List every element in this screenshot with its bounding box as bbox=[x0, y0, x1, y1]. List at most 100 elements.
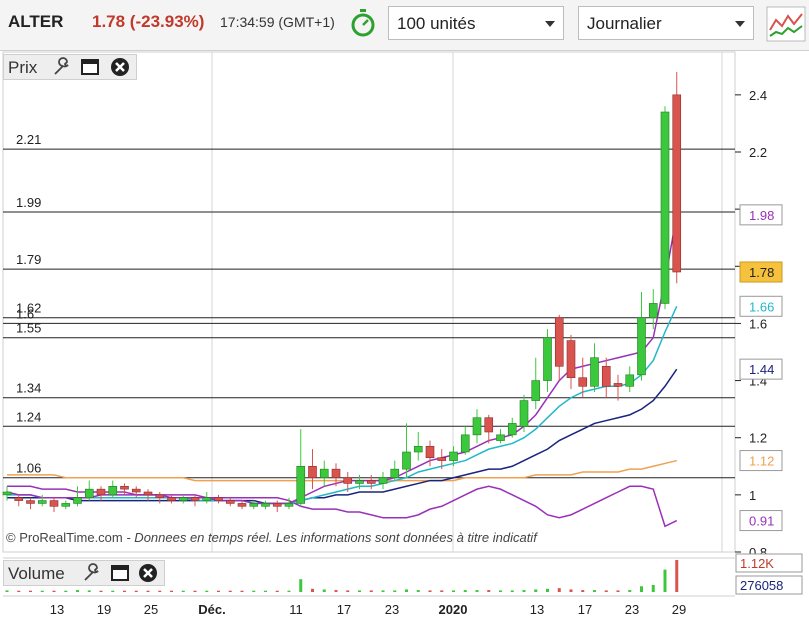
candle-body bbox=[531, 380, 541, 401]
x-tick-label: 11 bbox=[289, 602, 303, 617]
volume-bar bbox=[64, 590, 68, 592]
price-tag-label: 1.98 bbox=[749, 208, 774, 223]
x-tick-label: 29 bbox=[672, 602, 686, 617]
candle-body bbox=[26, 500, 35, 504]
candle-body bbox=[519, 400, 529, 427]
candle-body bbox=[49, 500, 59, 507]
volume-bar bbox=[510, 590, 514, 592]
level-label: 1.79 bbox=[16, 252, 41, 267]
lower-band-line bbox=[7, 485, 678, 528]
credit-site: © ProRealTime.com bbox=[6, 530, 123, 545]
volume-bar bbox=[181, 590, 185, 592]
wrench-icon[interactable] bbox=[82, 563, 102, 583]
wrench-icon[interactable] bbox=[52, 57, 72, 77]
candle-body bbox=[637, 317, 646, 376]
volume-bar bbox=[604, 590, 608, 592]
level-label: 1.99 bbox=[16, 195, 41, 210]
volume-bar bbox=[76, 590, 79, 592]
volume-bar bbox=[205, 590, 209, 592]
credit-note: - Donnees en temps réel. Les information… bbox=[126, 530, 537, 545]
candle-body bbox=[319, 468, 329, 479]
x-tick-label: 23 bbox=[625, 602, 639, 617]
candle-body bbox=[601, 365, 611, 387]
candle-body bbox=[343, 477, 353, 484]
volume-bar bbox=[240, 590, 244, 592]
volume-bar bbox=[581, 590, 585, 592]
level-label: 1.34 bbox=[16, 381, 41, 396]
volume-bar bbox=[499, 590, 502, 592]
candle-body bbox=[167, 497, 176, 501]
volume-bar bbox=[381, 590, 385, 592]
price-tag-label: 1.66 bbox=[749, 299, 774, 314]
volume-bar bbox=[640, 586, 643, 592]
candle-body bbox=[261, 503, 270, 507]
volume-bar bbox=[111, 590, 115, 592]
y-tick-label: 1.2 bbox=[749, 431, 767, 446]
candle-body bbox=[625, 374, 635, 387]
volume-bar bbox=[299, 579, 303, 592]
volume-bar bbox=[463, 590, 467, 592]
candle-body bbox=[108, 485, 118, 496]
volume-bar bbox=[346, 590, 350, 592]
volume-bar bbox=[322, 589, 326, 592]
volume-bar bbox=[228, 590, 232, 592]
candle-body bbox=[284, 503, 294, 507]
price-panel-header: Prix bbox=[3, 54, 137, 80]
price-tag-label: 1.12 bbox=[749, 454, 774, 469]
volume-bar bbox=[358, 590, 361, 592]
volume-bar bbox=[546, 588, 549, 592]
level-label: 1.06 bbox=[16, 461, 41, 476]
candle-body bbox=[96, 488, 106, 496]
volume-tag-label: 1.12K bbox=[740, 556, 774, 571]
candle-body bbox=[378, 477, 388, 484]
candle-body bbox=[155, 494, 165, 499]
volume-bar bbox=[134, 590, 138, 592]
candle-body bbox=[249, 503, 259, 507]
volume-bar bbox=[29, 590, 32, 592]
volume-bar bbox=[334, 590, 338, 592]
price-tag-label: 0.91 bbox=[749, 514, 774, 529]
x-tick-label: 23 bbox=[385, 602, 399, 617]
y-tick-label: 2.4 bbox=[749, 88, 767, 103]
volume-bar bbox=[416, 590, 420, 592]
level-label: 1.55 bbox=[16, 321, 41, 336]
volume-bar bbox=[534, 589, 538, 592]
x-tick-label: 2020 bbox=[439, 602, 468, 617]
candle-body bbox=[543, 337, 552, 381]
volume-bar bbox=[487, 590, 491, 592]
volume-bar bbox=[557, 588, 561, 592]
x-tick-label: 13 bbox=[50, 602, 64, 617]
level-label: 1.6 bbox=[16, 306, 34, 321]
candle-body bbox=[131, 488, 141, 493]
candle-body bbox=[308, 465, 317, 479]
ma-fast-line bbox=[6, 214, 678, 505]
volume-panel-label: Volume bbox=[8, 564, 65, 583]
volume-bar bbox=[264, 590, 267, 592]
candle-body bbox=[37, 500, 47, 504]
candle-body bbox=[472, 417, 482, 436]
volume-bar bbox=[593, 590, 596, 592]
volume-bar bbox=[311, 588, 314, 592]
x-tick-label: 19 bbox=[97, 602, 111, 617]
close-icon[interactable] bbox=[110, 57, 130, 77]
y-tick-label: 1.6 bbox=[749, 316, 767, 331]
volume-bar bbox=[275, 590, 279, 592]
close-icon[interactable] bbox=[138, 563, 158, 583]
volume-panel-header: Volume bbox=[3, 560, 165, 586]
window-icon[interactable] bbox=[110, 563, 130, 583]
level-label: 1.24 bbox=[16, 409, 41, 424]
volume-bar bbox=[663, 569, 667, 592]
volume-bar bbox=[393, 590, 397, 592]
price-panel-label: Prix bbox=[8, 58, 38, 77]
candle-body bbox=[648, 303, 658, 319]
window-icon[interactable] bbox=[80, 57, 100, 77]
volume-bar bbox=[369, 590, 373, 592]
candle-body bbox=[566, 340, 576, 379]
candle-body bbox=[296, 465, 306, 504]
volume-bar bbox=[651, 584, 655, 592]
price-tag-label: 1.78 bbox=[749, 265, 774, 280]
volume-bar bbox=[440, 590, 444, 592]
volume-bar bbox=[158, 590, 162, 592]
volume-bar bbox=[252, 590, 256, 592]
candle-body bbox=[237, 503, 247, 507]
